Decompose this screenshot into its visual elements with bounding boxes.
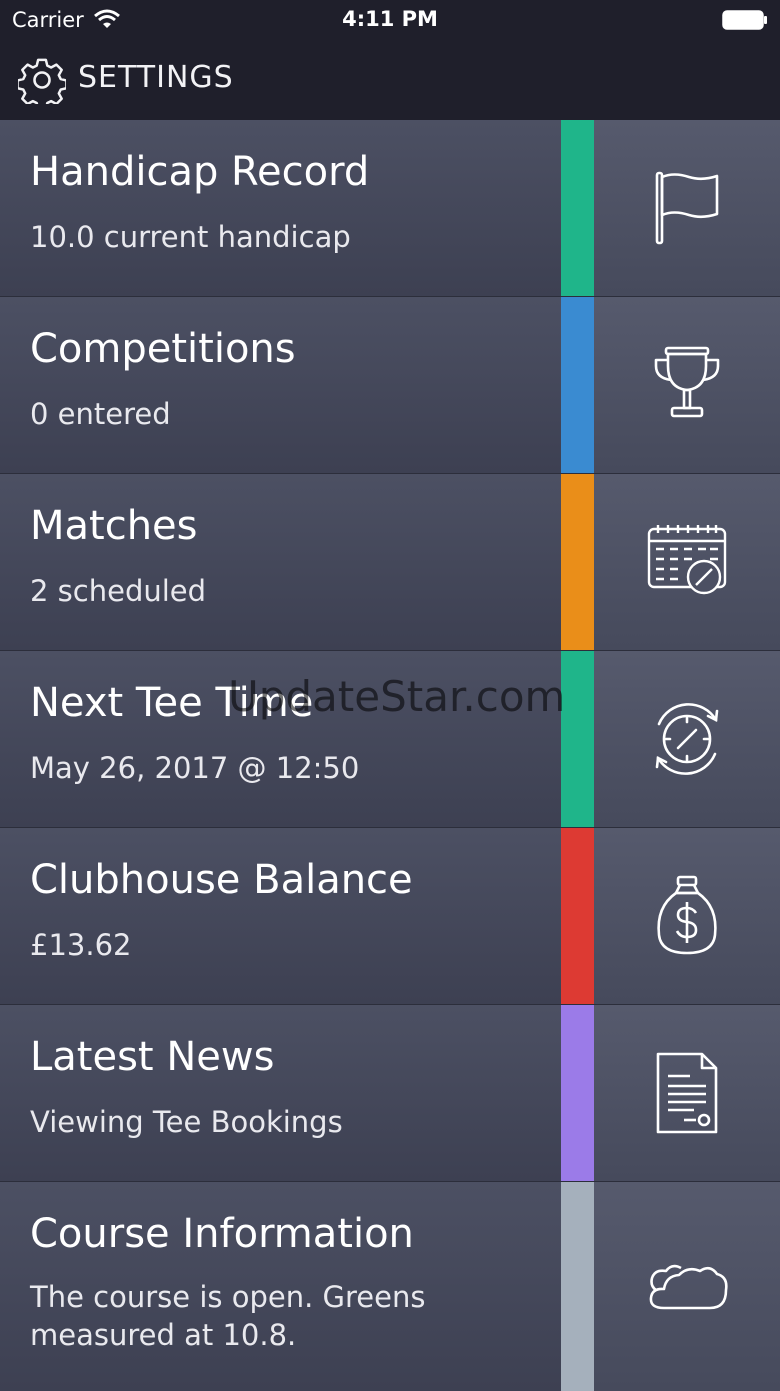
clock-time: 4:11 PM (342, 7, 438, 31)
list-item-matches[interactable]: Matches 2 scheduled (0, 473, 780, 650)
battery-icon (722, 10, 767, 30)
item-label: Latest News (30, 1034, 275, 1080)
list-item-handicap-record[interactable]: Handicap Record 10.0 current handicap (0, 120, 780, 296)
item-value: 10.0 current handicap (30, 220, 351, 254)
item-value: 0 entered (30, 397, 171, 431)
item-value: May 26, 2017 @ 12:50 (30, 751, 360, 785)
item-value: Viewing Tee Bookings (30, 1105, 343, 1139)
list-item-latest-news[interactable]: Latest News Viewing Tee Bookings (0, 1004, 780, 1181)
gear-icon[interactable] (18, 56, 66, 104)
list-item-clubhouse-balance[interactable]: Clubhouse Balance £13.62 (0, 827, 780, 1004)
header: SETTINGS (0, 40, 780, 120)
item-label: Matches (30, 503, 198, 549)
cloud-icon (649, 1264, 728, 1309)
accent-bar (561, 1005, 594, 1181)
accent-bar (561, 1182, 594, 1391)
item-label: Clubhouse Balance (30, 857, 413, 903)
money-bag-icon (657, 875, 717, 955)
accent-bar (561, 120, 594, 296)
list-item-course-information[interactable]: Course Information The course is open. G… (0, 1181, 780, 1391)
accent-bar (561, 297, 594, 473)
item-value: The course is open. Greens measured at 1… (30, 1280, 426, 1352)
item-label: Course Information (30, 1211, 414, 1257)
page-title: SETTINGS (78, 60, 234, 95)
accent-bar (561, 474, 594, 650)
calendar-icon (647, 525, 727, 595)
status-bar: Carrier 4:11 PM (0, 0, 780, 40)
accent-bar (561, 828, 594, 1004)
watermark: UpdateStar.com (228, 672, 566, 721)
item-label: Competitions (30, 326, 296, 372)
flag-icon (655, 171, 719, 245)
item-value: 2 scheduled (30, 574, 207, 608)
item-label: Handicap Record (30, 149, 370, 195)
list-item-competitions[interactable]: Competitions 0 entered (0, 296, 780, 473)
accent-bar (561, 651, 594, 827)
dashboard-list: Handicap Record 10.0 current handicap Co… (0, 120, 780, 1391)
clock-icon (655, 703, 719, 775)
trophy-icon (654, 346, 720, 418)
item-value: £13.62 (30, 928, 132, 962)
document-icon (656, 1052, 718, 1134)
